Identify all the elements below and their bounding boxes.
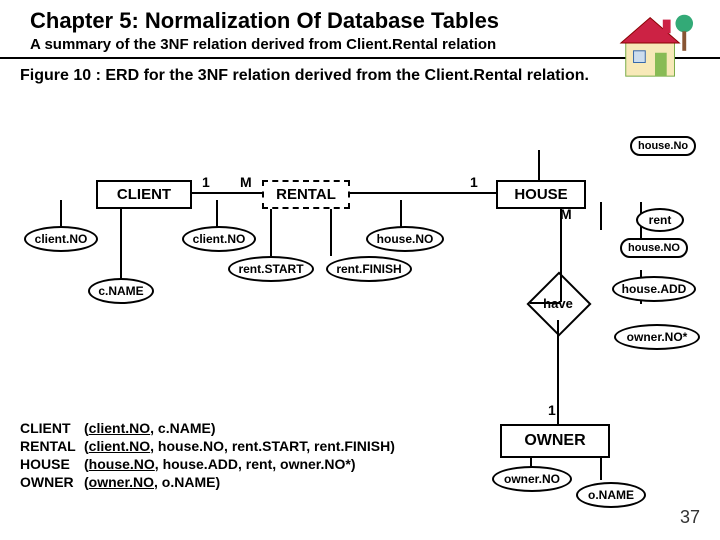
relationship-have: have bbox=[528, 286, 588, 320]
attr-house-no-right: house.NO bbox=[620, 238, 688, 258]
attr-rent: rent bbox=[636, 208, 684, 232]
attr-house-add: house.ADD bbox=[612, 276, 696, 302]
card-1c: 1 bbox=[548, 402, 556, 418]
card-mb: M bbox=[560, 206, 572, 222]
attr-owner-no-star: owner.NO* bbox=[614, 324, 700, 350]
attr-rent-start: rent.START bbox=[228, 256, 314, 282]
house-illustration bbox=[616, 4, 694, 82]
attr-rental-client-no: client.NO bbox=[182, 226, 256, 252]
figure-caption: Figure 10 : ERD for the 3NF relation der… bbox=[0, 59, 720, 85]
card-1b: 1 bbox=[470, 174, 478, 190]
entity-house: HOUSE bbox=[496, 180, 586, 209]
legend-row: CLIENT (client.NO, c.NAME) bbox=[20, 420, 395, 436]
entity-owner: OWNER bbox=[500, 424, 610, 458]
slide-number: 37 bbox=[680, 507, 700, 528]
erd-diagram: CLIENT RENTAL HOUSE OWNER 1 M 1 M 1 clie… bbox=[0, 130, 720, 390]
attr-c-name: c.NAME bbox=[88, 278, 154, 304]
attr-rental-house-no: house.NO bbox=[366, 226, 444, 252]
attr-client-no: client.NO bbox=[24, 226, 98, 252]
attr-owner-no: owner.NO bbox=[492, 466, 572, 492]
attr-rent-finish: rent.FINISH bbox=[326, 256, 412, 282]
entity-client: CLIENT bbox=[96, 180, 192, 209]
subtitle: A summary of the 3NF relation derived fr… bbox=[30, 36, 690, 53]
attr-o-name: o.NAME bbox=[576, 482, 646, 508]
card-1a: 1 bbox=[202, 174, 210, 190]
legend-row: OWNER (owner.NO, o.NAME) bbox=[20, 474, 395, 490]
schema-legend: CLIENT (client.NO, c.NAME) RENTAL (clien… bbox=[20, 420, 395, 492]
entity-rental: RENTAL bbox=[262, 180, 350, 209]
legend-row: HOUSE (house.NO, house.ADD, rent, owner.… bbox=[20, 456, 395, 472]
relationship-have-label: have bbox=[543, 296, 573, 311]
attr-house-no-top: house.No bbox=[630, 136, 696, 156]
card-ma: M bbox=[240, 174, 252, 190]
legend-row: RENTAL (client.NO, house.NO, rent.START,… bbox=[20, 438, 395, 454]
chapter-title: Chapter 5: Normalization Of Database Tab… bbox=[30, 8, 690, 34]
